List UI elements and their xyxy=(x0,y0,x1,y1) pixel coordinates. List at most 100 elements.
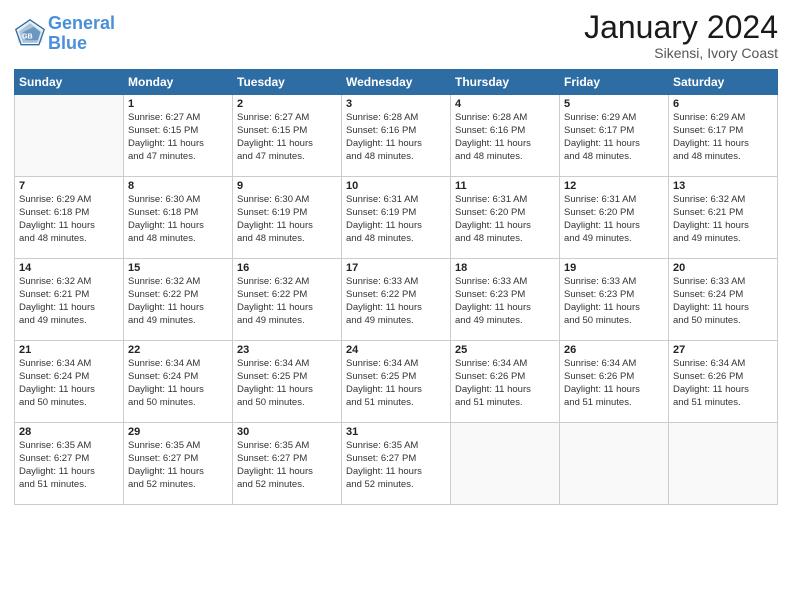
cell-info-line: Sunrise: 6:31 AM xyxy=(564,194,636,205)
cell-info-line: and 51 minutes. xyxy=(19,479,87,490)
cell-info-line: Daylight: 11 hours xyxy=(128,466,204,477)
cell-info-line: and 52 minutes. xyxy=(128,479,196,490)
cell-info-line: Sunrise: 6:32 AM xyxy=(673,194,745,205)
cell-info-line: Sunset: 6:26 PM xyxy=(564,371,634,382)
day-header-sunday: Sunday xyxy=(15,70,124,95)
cell-info: Sunrise: 6:33 AMSunset: 6:24 PMDaylight:… xyxy=(673,276,773,327)
cell-info-line: and 48 minutes. xyxy=(346,233,414,244)
day-number: 25 xyxy=(455,344,555,356)
cell-info: Sunrise: 6:33 AMSunset: 6:22 PMDaylight:… xyxy=(346,276,446,327)
day-number: 17 xyxy=(346,262,446,274)
day-number: 1 xyxy=(128,98,228,110)
calendar-cell: 14Sunrise: 6:32 AMSunset: 6:21 PMDayligh… xyxy=(15,259,124,341)
cell-info-line: and 52 minutes. xyxy=(237,479,305,490)
calendar-cell: 5 Sunrise: 6:29 AM Sunset: 6:17 PM Daylight… xyxy=(560,95,669,177)
cell-info-line: Sunrise: 6:35 AM xyxy=(128,440,200,451)
calendar-cell: 13Sunrise: 6:32 AMSunset: 6:21 PMDayligh… xyxy=(669,177,778,259)
cell-info-line: Sunrise: 6:29 AM xyxy=(19,194,91,205)
cell-info-line: Sunrise: 6:34 AM xyxy=(346,358,418,369)
day-number: 4 xyxy=(455,98,555,110)
cell-info-line: Sunrise: 6:32 AM xyxy=(19,276,91,287)
day-number: 28 xyxy=(19,426,119,438)
cell-info-line: and 50 minutes. xyxy=(673,315,741,326)
cell-info-line: and 48 minutes. xyxy=(237,233,305,244)
cell-info-line: Sunrise: 6:31 AM xyxy=(455,194,527,205)
cell-info-line: Daylight: 11 hours xyxy=(564,220,640,231)
cell-info-line: Sunrise: 6:29 AM xyxy=(564,112,636,123)
cell-info: Sunrise: 6:34 AMSunset: 6:24 PMDaylight:… xyxy=(19,358,119,409)
day-number: 11 xyxy=(455,180,555,192)
cell-info-line: and 51 minutes. xyxy=(564,397,632,408)
cell-info-line: Sunset: 6:20 PM xyxy=(455,207,525,218)
calendar-cell: 7Sunrise: 6:29 AMSunset: 6:18 PMDaylight… xyxy=(15,177,124,259)
logo-icon: GB xyxy=(14,18,46,50)
cell-info-line: Daylight: 11 hours xyxy=(237,220,313,231)
cell-info-line: and 49 minutes. xyxy=(237,315,305,326)
calendar-cell: 19Sunrise: 6:33 AMSunset: 6:23 PMDayligh… xyxy=(560,259,669,341)
cell-info-line: Daylight: 11 hours xyxy=(237,466,313,477)
day-number: 5 xyxy=(564,98,664,110)
cell-info-line: Sunrise: 6:27 AM xyxy=(237,112,309,123)
cell-info-line: Daylight: 11 hours xyxy=(564,138,640,149)
cell-info-line: Sunrise: 6:31 AM xyxy=(346,194,418,205)
cell-info-line: Sunrise: 6:28 AM xyxy=(455,112,527,123)
calendar-week-3: 14Sunrise: 6:32 AMSunset: 6:21 PMDayligh… xyxy=(15,259,778,341)
calendar-cell: 31 Sunrise: 6:35 AMSunset: 6:27 PMDayligh… xyxy=(342,423,451,505)
cell-info: Sunrise: 6:34 AMSunset: 6:26 PMDaylight:… xyxy=(455,358,555,409)
calendar-cell: 16Sunrise: 6:32 AMSunset: 6:22 PMDayligh… xyxy=(233,259,342,341)
calendar-cell xyxy=(669,423,778,505)
calendar-cell: 26Sunrise: 6:34 AMSunset: 6:26 PMDayligh… xyxy=(560,341,669,423)
cell-info-line: and 49 minutes. xyxy=(564,233,632,244)
cell-info-line: Daylight: 11 hours xyxy=(455,302,531,313)
cell-info-line: and 50 minutes. xyxy=(19,397,87,408)
cell-info-line: Sunrise: 6:30 AM xyxy=(128,194,200,205)
cell-info-line: Sunrise: 6:35 AM xyxy=(19,440,91,451)
calendar-cell: 29 Sunrise: 6:35 AM Sunset: 6:27 PM Dayligh… xyxy=(124,423,233,505)
cell-info-line: Sunrise: 6:33 AM xyxy=(455,276,527,287)
cell-info: Sunrise: 6:29 AMSunset: 6:18 PMDaylight:… xyxy=(19,194,119,245)
cell-info-line: Sunset: 6:21 PM xyxy=(673,207,743,218)
cell-info: Sunrise: 6:34 AMSunset: 6:25 PMDaylight:… xyxy=(237,358,337,409)
cell-info-line: Daylight: 11 hours xyxy=(237,302,313,313)
day-number: 31 xyxy=(346,426,446,438)
cell-info-line: Daylight: 11 hours xyxy=(673,138,749,149)
cell-info-line: Sunset: 6:21 PM xyxy=(19,289,89,300)
cell-info-line: Sunset: 6:22 PM xyxy=(237,289,307,300)
cell-info-line: Sunset: 6:22 PM xyxy=(128,289,198,300)
cell-info-line: and 48 minutes. xyxy=(19,233,87,244)
cell-info-line: and 48 minutes. xyxy=(564,151,632,162)
calendar-header-row: SundayMondayTuesdayWednesdayThursdayFrid… xyxy=(15,70,778,95)
calendar-cell: 8Sunrise: 6:30 AMSunset: 6:18 PMDaylight… xyxy=(124,177,233,259)
cell-info: Sunrise: 6:28 AMSunset: 6:16 PMDaylight:… xyxy=(455,112,555,163)
day-number: 15 xyxy=(128,262,228,274)
cell-info-line: and 47 minutes. xyxy=(128,151,196,162)
cell-info-line: and 49 minutes. xyxy=(19,315,87,326)
day-number: 22 xyxy=(128,344,228,356)
cell-info-line: Sunset: 6:27 PM xyxy=(128,453,198,464)
cell-info-line: Sunset: 6:16 PM xyxy=(455,125,525,136)
cell-info-line: and 48 minutes. xyxy=(128,233,196,244)
cell-info: Sunrise: 6:31 AMSunset: 6:20 PMDaylight:… xyxy=(564,194,664,245)
day-number: 23 xyxy=(237,344,337,356)
cell-info-line: Sunrise: 6:34 AM xyxy=(455,358,527,369)
cell-info-line: Sunrise: 6:30 AM xyxy=(237,194,309,205)
cell-info-line: Sunrise: 6:35 AM xyxy=(346,440,418,451)
cell-info-line: and 48 minutes. xyxy=(673,151,741,162)
cell-info-line: Sunset: 6:23 PM xyxy=(564,289,634,300)
cell-info-line: and 48 minutes. xyxy=(455,151,523,162)
cell-info: Sunrise: 6:35 AMSunset: 6:27 PMDaylight:… xyxy=(346,440,446,491)
day-number: 29 xyxy=(128,426,228,438)
cell-info-line: Sunrise: 6:27 AM xyxy=(128,112,200,123)
cell-info: Sunrise: 6:32 AM Sunset: 6:21 PM Daylight:… xyxy=(673,194,773,245)
cell-info-line: Sunrise: 6:32 AM xyxy=(128,276,200,287)
cell-info-line: Sunset: 6:23 PM xyxy=(455,289,525,300)
cell-info-line: Sunset: 6:17 PM xyxy=(564,125,634,136)
cell-info-line: Sunrise: 6:32 AM xyxy=(237,276,309,287)
calendar-cell: 25 Sunrise: 6:34 AMSunset: 6:26 PMDayligh… xyxy=(451,341,560,423)
cell-info-line: Daylight: 11 hours xyxy=(673,220,749,231)
cell-info-line: Sunset: 6:24 PM xyxy=(19,371,89,382)
day-header-tuesday: Tuesday xyxy=(233,70,342,95)
cell-info-line: Daylight: 11 hours xyxy=(19,466,95,477)
day-number: 21 xyxy=(19,344,119,356)
calendar-cell: 21 Sunrise: 6:34 AMSunset: 6:24 PMDayligh… xyxy=(15,341,124,423)
